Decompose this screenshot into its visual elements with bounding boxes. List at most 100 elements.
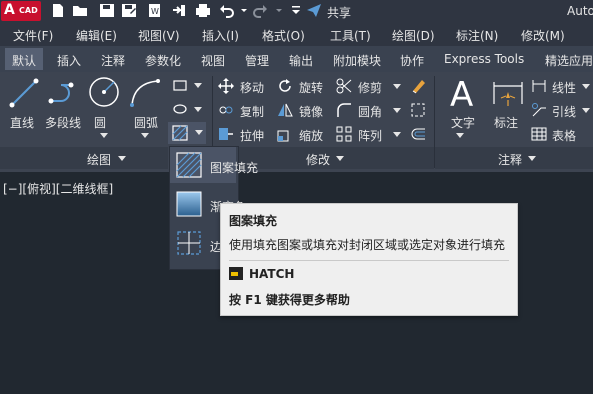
copy-label[interactable]: 复制 [240, 103, 264, 120]
menu-view[interactable]: 视图(V) [138, 27, 180, 44]
viewport-controls[interactable]: [−][俯视][二维线框] [3, 180, 113, 197]
save-as-icon[interactable] [121, 3, 137, 18]
annotation-panel-expand-icon[interactable] [528, 156, 536, 162]
fillet-label[interactable]: 圆角 [358, 103, 382, 120]
save-web-icon[interactable] [171, 3, 187, 18]
draw-panel-title[interactable]: 绘图 [87, 151, 111, 168]
menu-edit[interactable]: 编辑(E) [76, 27, 117, 44]
scale-label[interactable]: 缩放 [299, 127, 323, 144]
text-label[interactable]: 文字 [451, 114, 475, 131]
line-label[interactable]: 直线 [10, 114, 34, 131]
mirror-icon[interactable] [277, 102, 293, 118]
array-label[interactable]: 阵列 [358, 127, 382, 144]
tab-express-tools[interactable]: Express Tools [444, 52, 524, 66]
text-dropdown-icon[interactable] [456, 133, 464, 139]
menu-file[interactable]: 文件(F) [13, 27, 53, 44]
modify-panel-expand-icon[interactable] [336, 156, 344, 162]
ellipse-icon[interactable] [172, 101, 188, 117]
trim-label[interactable]: 修剪 [358, 79, 382, 96]
circle-icon[interactable] [87, 75, 121, 109]
table-icon[interactable] [531, 126, 547, 142]
tab-featured-apps[interactable]: 精选应用 [545, 52, 593, 69]
leader-icon[interactable] [531, 102, 547, 118]
tab-collaborate[interactable]: 协作 [400, 52, 424, 69]
draw-panel-title-bar[interactable] [0, 147, 168, 169]
tab-manage[interactable]: 管理 [245, 52, 269, 69]
circle-label[interactable]: 圆 [94, 114, 106, 131]
ellipse-dropdown-icon[interactable] [194, 107, 202, 113]
hatch-button[interactable] [168, 122, 206, 144]
line-icon[interactable] [8, 77, 40, 109]
leader-dropdown-icon[interactable] [582, 108, 590, 114]
circle-dropdown-icon[interactable] [100, 133, 108, 139]
dimension-icon[interactable] [491, 76, 525, 110]
menu-draw[interactable]: 绘图(D) [392, 27, 435, 44]
fillet-icon[interactable] [336, 102, 352, 118]
tab-default[interactable]: 默认 [5, 48, 44, 70]
scale-icon[interactable] [277, 126, 293, 142]
polyline-label[interactable]: 多段线 [45, 114, 81, 131]
save-icon[interactable] [99, 3, 115, 18]
leader-label[interactable]: 引线 [552, 103, 576, 120]
undo-dropdown-icon[interactable] [236, 3, 247, 18]
menu-dimension[interactable]: 标注(N) [456, 27, 498, 44]
customize-toolbar-icon[interactable] [288, 3, 300, 18]
offset-icon[interactable] [410, 126, 426, 142]
tab-addins[interactable]: 附加模块 [333, 52, 381, 69]
redo-icon[interactable] [252, 3, 268, 18]
redo-dropdown-icon[interactable] [271, 3, 282, 18]
trim-icon[interactable] [336, 78, 352, 94]
erase-icon[interactable] [410, 78, 426, 94]
tab-view[interactable]: 视图 [201, 52, 225, 69]
move-icon[interactable] [218, 78, 234, 94]
tab-output[interactable]: 输出 [289, 52, 313, 69]
annotation-panel-title[interactable]: 注释 [498, 151, 522, 168]
linear-dim-icon[interactable] [531, 78, 547, 94]
move-label[interactable]: 移动 [240, 79, 264, 96]
tab-parametric[interactable]: 参数化 [145, 52, 181, 69]
boundary-icon[interactable] [175, 229, 203, 257]
mirror-label[interactable]: 镜像 [299, 103, 323, 120]
polyline-icon[interactable] [47, 77, 79, 109]
arc-icon[interactable] [128, 77, 162, 109]
share-label[interactable]: 共享 [327, 4, 351, 21]
modify-panel-title[interactable]: 修改 [306, 151, 330, 168]
stretch-icon[interactable] [218, 126, 234, 142]
rotate-label[interactable]: 旋转 [299, 79, 323, 96]
stretch-label[interactable]: 拉伸 [240, 127, 264, 144]
print-icon[interactable] [195, 3, 211, 18]
dimension-label[interactable]: 标注 [494, 114, 518, 131]
menu-tools[interactable]: 工具(T) [330, 27, 371, 44]
menu-insert[interactable]: 插入(I) [202, 27, 239, 44]
undo-icon[interactable] [219, 3, 235, 18]
dropdown-hatch-label[interactable]: 图案填充 [210, 159, 258, 176]
text-icon[interactable]: A [448, 76, 480, 112]
gradient-icon[interactable] [175, 190, 203, 218]
app-logo[interactable]: A CAD [1, 1, 41, 21]
table-label[interactable]: 表格 [552, 127, 576, 144]
menu-modify[interactable]: 修改(M) [521, 27, 565, 44]
rotate-icon[interactable] [277, 78, 293, 94]
tab-insert[interactable]: 插入 [57, 52, 81, 69]
linear-label[interactable]: 线性 [552, 79, 576, 96]
menu-format[interactable]: 格式(O) [262, 27, 305, 44]
menu-bar: 文件(F) 编辑(E) 视图(V) 插入(I) 格式(O) 工具(T) 绘图(D… [0, 22, 593, 46]
arc-dropdown-icon[interactable] [141, 133, 149, 139]
copy-icon[interactable] [218, 102, 234, 118]
rectangle-icon[interactable] [172, 77, 188, 93]
share-icon[interactable] [306, 3, 322, 18]
array-dropdown-icon[interactable] [393, 132, 401, 138]
open-web-icon[interactable]: W [147, 3, 163, 18]
draw-panel-expand-icon[interactable] [118, 156, 126, 162]
new-file-icon[interactable] [50, 3, 66, 18]
fillet-dropdown-icon[interactable] [393, 108, 401, 114]
rectangle-dropdown-icon[interactable] [194, 83, 202, 89]
explode-icon[interactable] [410, 102, 426, 118]
array-icon[interactable] [336, 126, 352, 142]
open-folder-icon[interactable] [72, 3, 88, 18]
trim-dropdown-icon[interactable] [393, 84, 401, 90]
tab-annotate[interactable]: 注释 [101, 52, 125, 69]
logo-letter: A [4, 2, 15, 18]
linear-dropdown-icon[interactable] [582, 84, 590, 90]
arc-label[interactable]: 圆弧 [134, 114, 158, 131]
